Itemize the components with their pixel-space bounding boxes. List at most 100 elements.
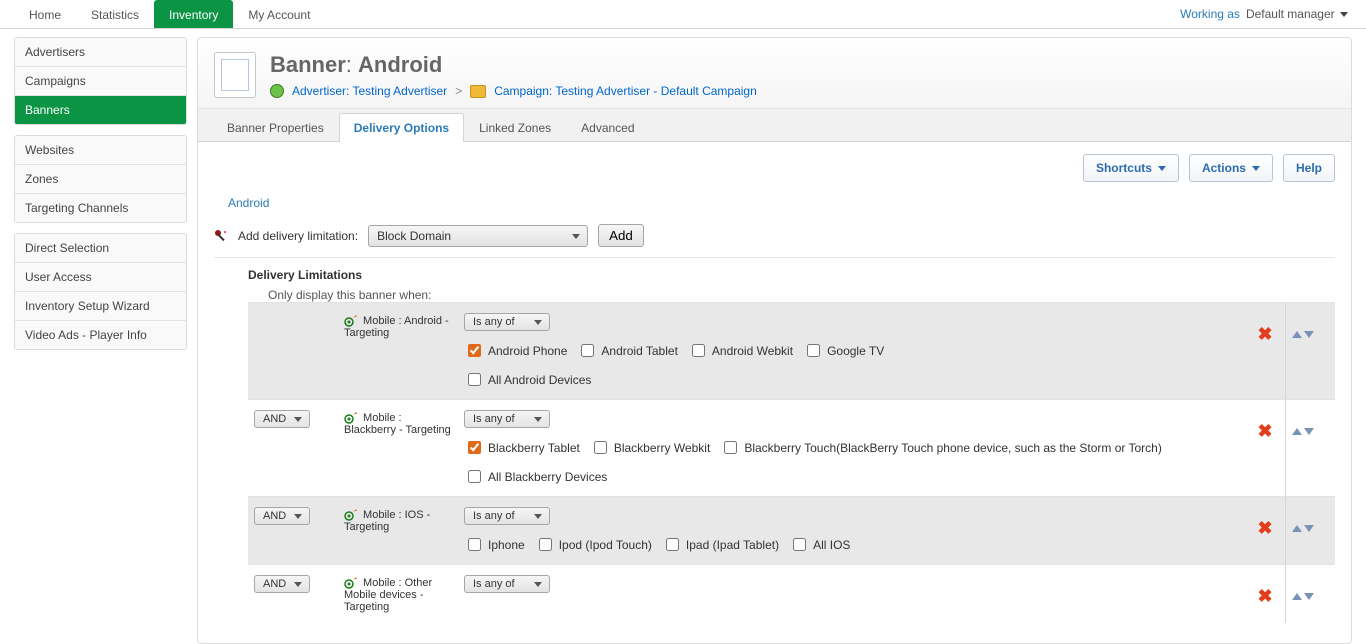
checkbox[interactable] (468, 538, 481, 551)
rule-delete-cell: ✖ (1245, 400, 1285, 496)
option-iphone[interactable]: Iphone (464, 535, 525, 554)
add-button[interactable]: Add (598, 224, 644, 247)
checkbox[interactable] (594, 441, 607, 454)
option-blackberry-webkit[interactable]: Blackberry Webkit (590, 438, 710, 457)
limitation-type-select[interactable]: Block Domain (368, 225, 588, 247)
sidebar-item-video-ads-player-info[interactable]: Video Ads - Player Info (15, 321, 186, 349)
option-android-tablet[interactable]: Android Tablet (577, 341, 678, 360)
sidebar-item-zones[interactable]: Zones (15, 165, 186, 194)
top-tab-inventory[interactable]: Inventory (154, 0, 233, 28)
crumb-campaign[interactable]: Campaign: Testing Advertiser - Default C… (494, 84, 757, 98)
shortcuts-button[interactable]: Shortcuts (1083, 154, 1179, 182)
option-ipod-ipod-touch-[interactable]: Ipod (Ipod Touch) (535, 535, 652, 554)
move-up-button[interactable] (1292, 428, 1302, 435)
checkbox[interactable] (692, 344, 705, 357)
working-as-link[interactable]: Working as (1180, 7, 1240, 21)
move-down-button[interactable] (1304, 593, 1314, 600)
move-up-button[interactable] (1292, 593, 1302, 600)
move-up-button[interactable] (1292, 331, 1302, 338)
page-header: Banner: Android Advertiser: Testing Adve… (198, 38, 1351, 109)
sidebar-item-websites[interactable]: Websites (15, 136, 186, 165)
sidebar-item-direct-selection[interactable]: Direct Selection (15, 234, 186, 263)
checkbox[interactable] (724, 441, 737, 454)
option-label: Blackberry Touch(BlackBerry Touch phone … (744, 441, 1162, 455)
rule-row: AND Mobile : Blackberry - TargetingIs an… (248, 399, 1335, 496)
option-label: All IOS (813, 538, 850, 552)
help-button[interactable]: Help (1283, 154, 1335, 182)
option-all-android-devices[interactable]: All Android Devices (464, 370, 591, 389)
rule-row: Mobile : Android - TargetingIs any ofAnd… (248, 302, 1335, 399)
top-tab-home[interactable]: Home (14, 0, 76, 28)
delete-rule-button[interactable]: ✖ (1257, 587, 1272, 605)
title-prefix: Banner (270, 52, 346, 77)
rule-label: Mobile : IOS - Targeting (338, 497, 458, 564)
section-title: Delivery Limitations (248, 268, 1335, 282)
option-label: Iphone (488, 538, 525, 552)
option-blackberry-touch-blackberry-touch-phone-device-such-as-the-storm-or-torch-[interactable]: Blackberry Touch(BlackBerry Touch phone … (720, 438, 1162, 457)
actions-label: Actions (1202, 161, 1246, 175)
delete-rule-button[interactable]: ✖ (1257, 325, 1272, 343)
shortcuts-label: Shortcuts (1096, 161, 1152, 175)
sidebar: AdvertisersCampaignsBanners WebsitesZones… (0, 29, 187, 360)
checkbox[interactable] (666, 538, 679, 551)
move-down-button[interactable] (1304, 525, 1314, 532)
checkbox[interactable] (468, 470, 481, 483)
option-android-phone[interactable]: Android Phone (464, 341, 567, 360)
move-down-button[interactable] (1304, 331, 1314, 338)
rule-order-cell (1285, 400, 1335, 496)
subtab-delivery-options[interactable]: Delivery Options (339, 113, 464, 142)
top-tab-statistics[interactable]: Statistics (76, 0, 154, 28)
checkbox[interactable] (539, 538, 552, 551)
option-all-blackberry-devices[interactable]: All Blackberry Devices (464, 467, 607, 486)
subtab-linked-zones[interactable]: Linked Zones (464, 113, 566, 142)
option-google-tv[interactable]: Google TV (803, 341, 884, 360)
rule-body: Is any of Blackberry Tablet Blackberry Web… (458, 400, 1245, 496)
content: Android Add delivery limitation: Block D… (198, 194, 1351, 631)
page-title: Banner: Android (270, 52, 757, 78)
banner-link[interactable]: Android (228, 196, 269, 210)
sidebar-item-inventory-setup-wizard[interactable]: Inventory Setup Wizard (15, 292, 186, 321)
rule-body: Is any of Iphone Ipod (Ipod Touch) Ipad (Ip… (458, 497, 1245, 564)
option-android-webkit[interactable]: Android Webkit (688, 341, 793, 360)
move-up-button[interactable] (1292, 525, 1302, 532)
option-blackberry-tablet[interactable]: Blackberry Tablet (464, 438, 580, 457)
breadcrumb: Advertiser: Testing Advertiser > Campaig… (270, 84, 757, 98)
actions-button[interactable]: Actions (1189, 154, 1273, 182)
rule-select[interactable]: AND (254, 410, 310, 428)
rule-select[interactable]: Is any of (464, 507, 550, 525)
sidebar-item-campaigns[interactable]: Campaigns (15, 67, 186, 96)
sidebar-item-advertisers[interactable]: Advertisers (15, 38, 186, 67)
checkbox[interactable] (807, 344, 820, 357)
top-tab-my-account[interactable]: My Account (233, 0, 325, 28)
rule-logic-cell: AND (248, 400, 338, 496)
sidebar-item-banners[interactable]: Banners (15, 96, 186, 124)
rule-select[interactable]: Is any of (464, 410, 550, 428)
rule-label: Mobile : Blackberry - Targeting (338, 400, 458, 496)
option-all-ios[interactable]: All IOS (789, 535, 850, 554)
delete-rule-button[interactable]: ✖ (1257, 422, 1272, 440)
manager-dropdown[interactable]: Default manager (1246, 7, 1348, 21)
rule-select[interactable]: Is any of (464, 313, 550, 331)
rule-select[interactable]: AND (254, 575, 310, 593)
subtab-advanced[interactable]: Advanced (566, 113, 649, 142)
subtab-banner-properties[interactable]: Banner Properties (212, 113, 339, 142)
rule-select[interactable]: AND (254, 507, 310, 525)
option-ipad-ipad-tablet-[interactable]: Ipad (Ipad Tablet) (662, 535, 779, 554)
move-down-button[interactable] (1304, 428, 1314, 435)
checkbox[interactable] (468, 344, 481, 357)
sidebar-item-user-access[interactable]: User Access (15, 263, 186, 292)
checkbox[interactable] (793, 538, 806, 551)
delete-rule-button[interactable]: ✖ (1257, 519, 1272, 537)
sidebar-item-targeting-channels[interactable]: Targeting Channels (15, 194, 186, 222)
rule-logic-cell: AND (248, 565, 338, 623)
chevron-down-icon (1252, 166, 1260, 171)
top-bar: HomeStatisticsInventoryMy Account Workin… (0, 0, 1366, 29)
banner-doc-icon (214, 52, 256, 98)
checkbox[interactable] (468, 441, 481, 454)
chevron-down-icon (1158, 166, 1166, 171)
checkbox[interactable] (468, 373, 481, 386)
crumb-advertiser[interactable]: Advertiser: Testing Advertiser (292, 84, 447, 98)
rule-select[interactable]: Is any of (464, 575, 550, 593)
checkbox[interactable] (581, 344, 594, 357)
rule-delete-cell: ✖ (1245, 497, 1285, 564)
